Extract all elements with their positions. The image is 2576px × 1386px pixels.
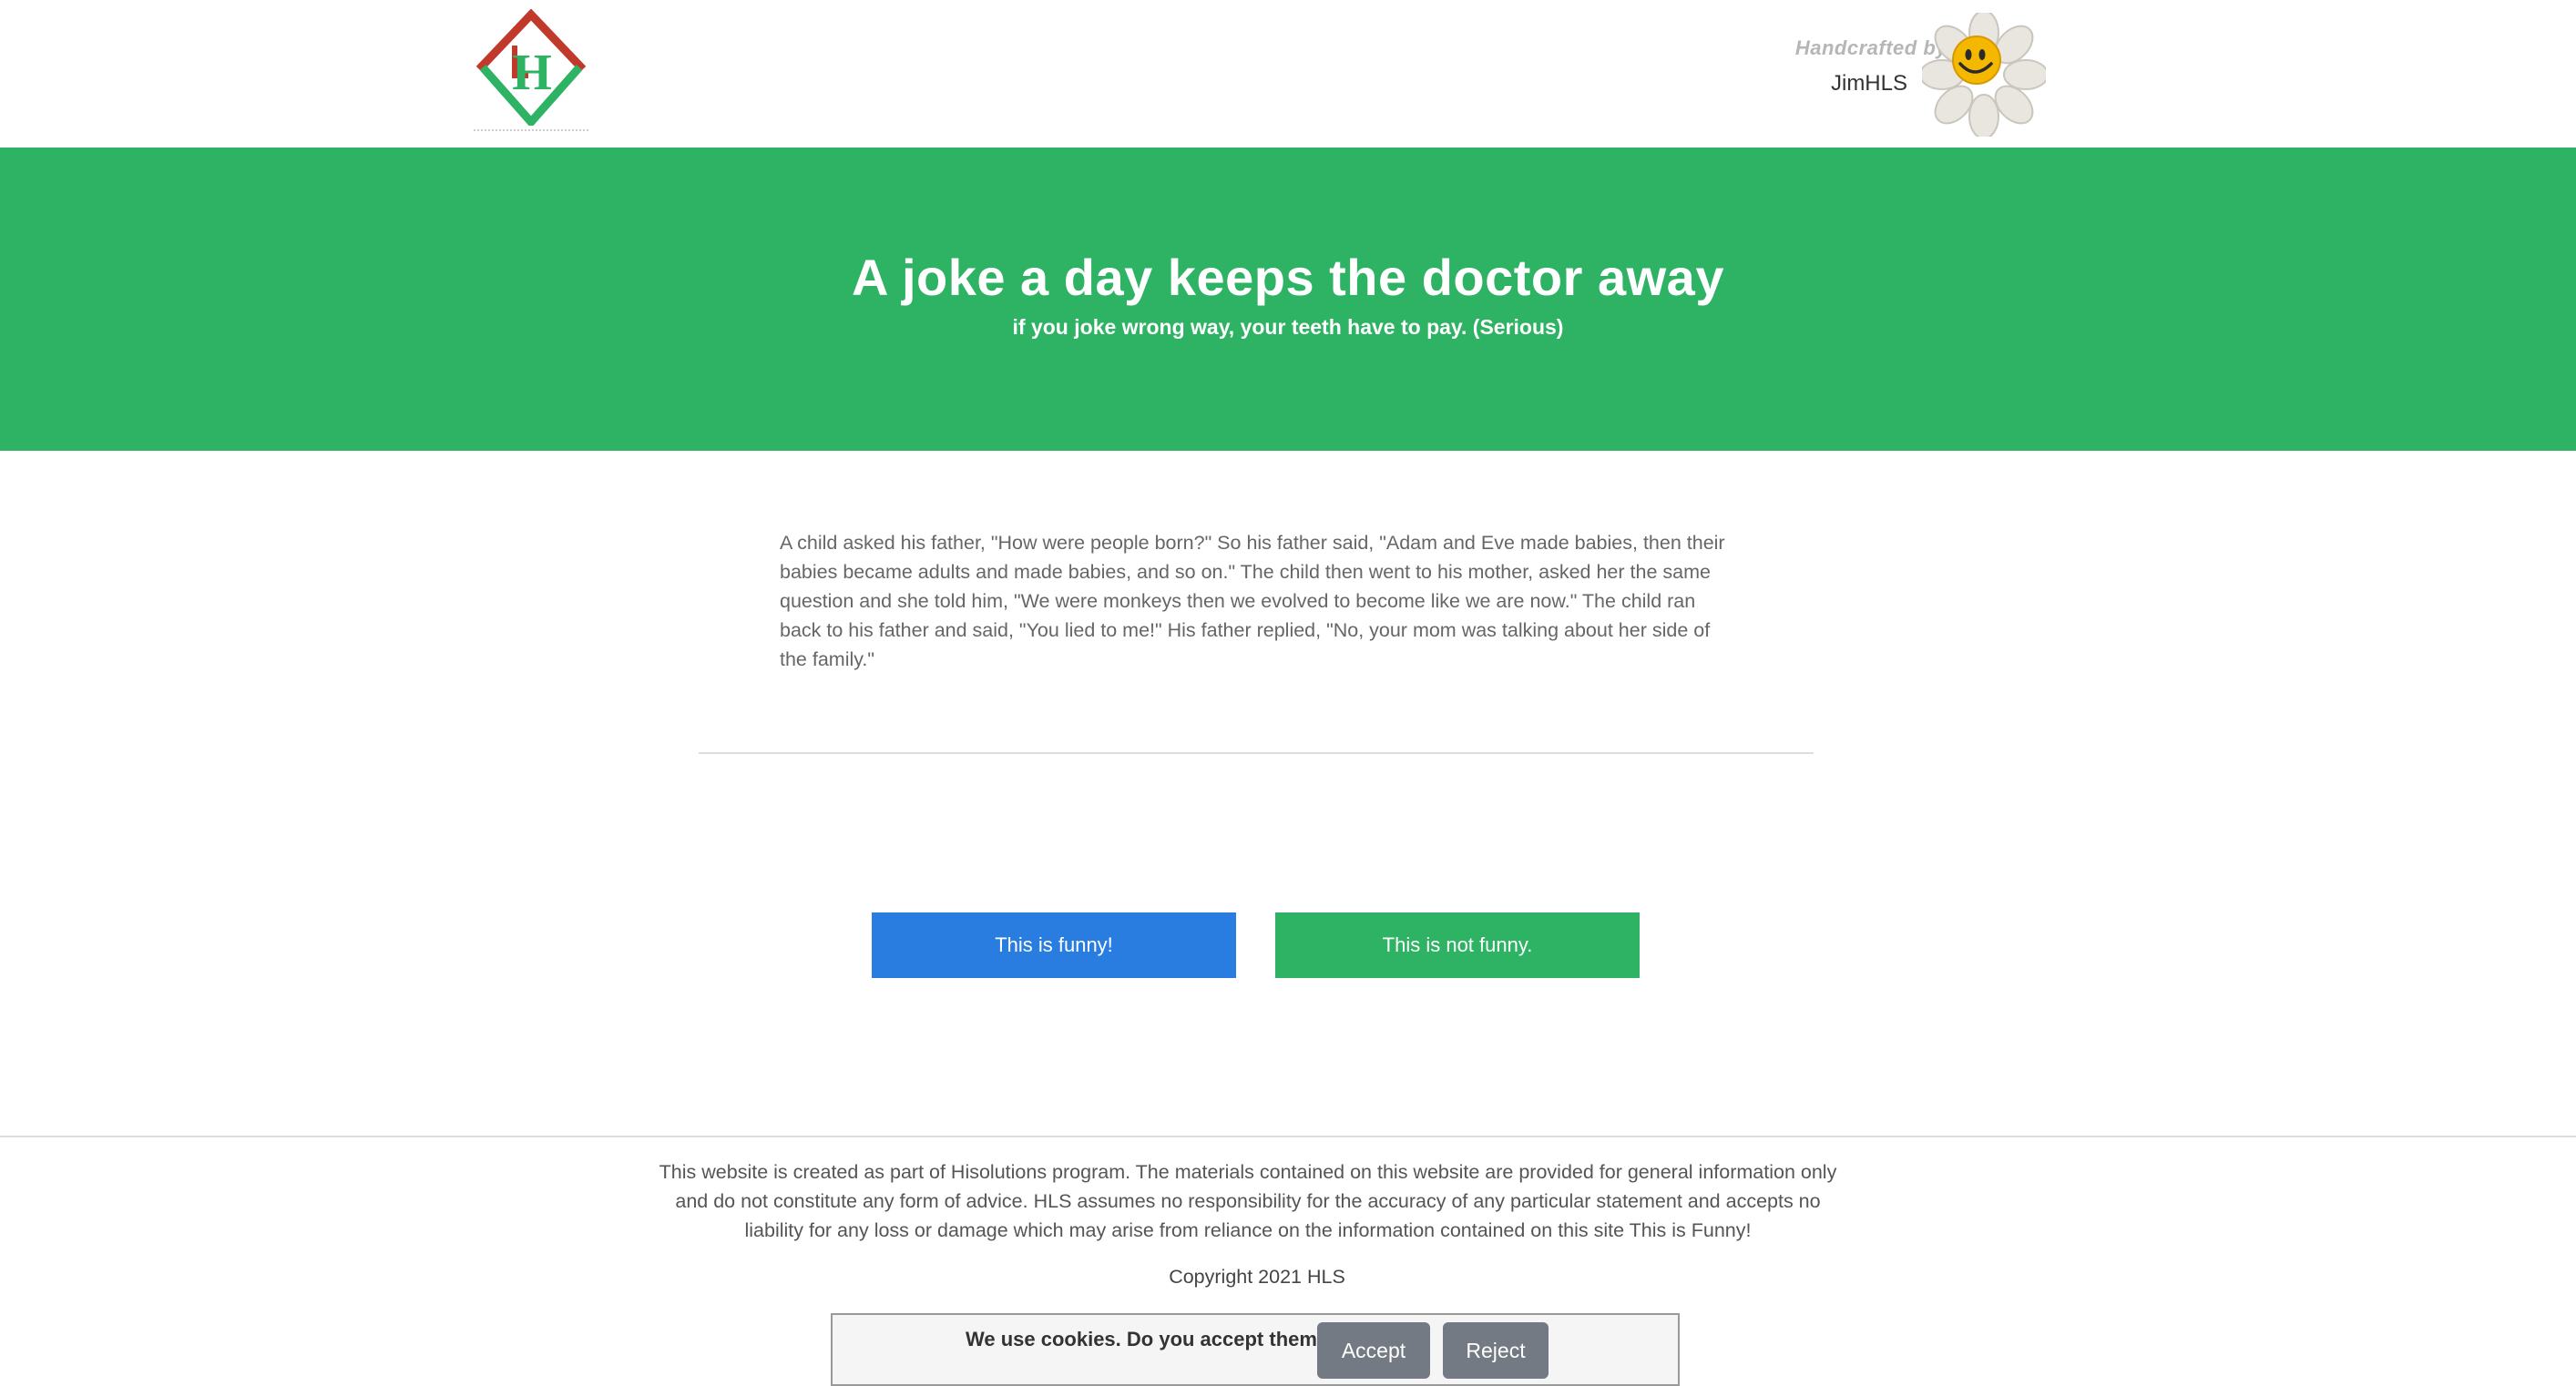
not-funny-button[interactable]: This is not funny.: [1275, 912, 1640, 978]
cookie-message: We use cookies. Do you accept them?: [966, 1328, 1330, 1350]
funny-button[interactable]: This is funny!: [872, 912, 1236, 978]
svg-text:H: H: [512, 45, 552, 101]
smiley-flower-icon: [1919, 10, 2049, 139]
credit-author[interactable]: JimHLS: [1795, 71, 1907, 97]
logo-underline: [474, 129, 588, 131]
site-header: H Handcrafted by JimHLS: [0, 0, 2576, 148]
smiley-flower-avatar: [1919, 10, 2049, 139]
page-title: A joke a day keeps the doctor away: [852, 249, 1724, 306]
hls-logo[interactable]: H: [470, 8, 592, 131]
footer-divider: [0, 1136, 2576, 1137]
footer-copyright: Copyright 2021 HLS: [1169, 1266, 1345, 1288]
cookie-reject-button[interactable]: Reject: [1443, 1322, 1549, 1379]
logo-diamond-icon: H: [475, 8, 587, 128]
cookie-accept-button[interactable]: Accept: [1317, 1322, 1430, 1379]
cookie-consent-bar: We use cookies. Do you accept them? Acce…: [831, 1313, 1680, 1386]
hero-banner: A joke a day keeps the doctor away if yo…: [0, 148, 2576, 451]
footer-disclaimer: This website is created as part of Hisol…: [659, 1161, 1837, 1241]
content-divider: [699, 752, 1814, 754]
joke-text: A child asked his father, "How were peop…: [780, 531, 1725, 670]
page-subtitle: if you joke wrong way, your teeth have t…: [1012, 315, 1564, 339]
